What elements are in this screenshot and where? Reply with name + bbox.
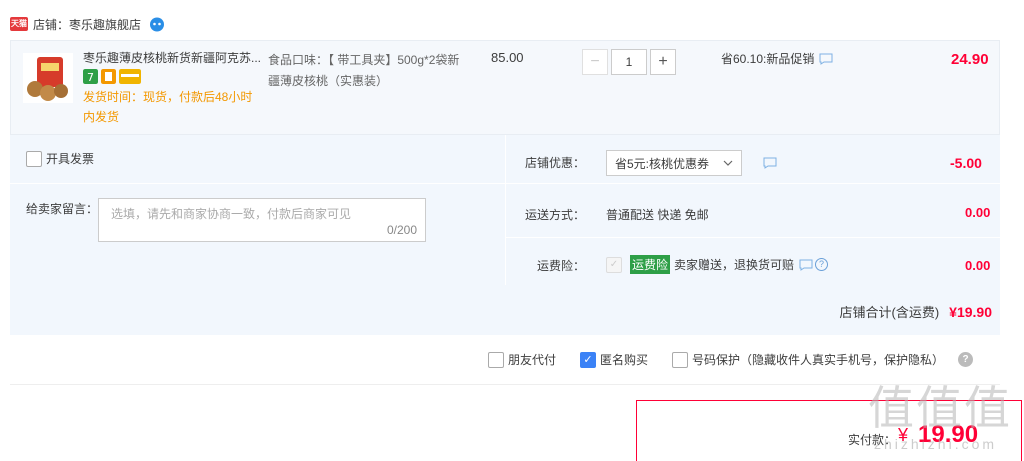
anonymous-checkbox[interactable]: ✓: [580, 351, 597, 368]
svg-text:7: 7: [87, 71, 94, 84]
message-label: 给卖家留言：: [26, 202, 99, 216]
comment-icon[interactable]: [819, 53, 833, 65]
divider: [10, 183, 1000, 184]
tmall-badge: 天猫: [10, 17, 28, 31]
shop-name[interactable]: 店铺：枣乐趣旗舰店: [33, 16, 141, 33]
subtotal-amount: ¥19.90: [949, 304, 992, 320]
insurance-row: ✓ 运费险 卖家赠送，退换货可赔 ?: [606, 255, 829, 274]
product-title[interactable]: 枣乐趣薄皮核桃新货新疆阿克苏...: [83, 50, 268, 66]
shop-subtotal: 店铺合计(含运费) ¥19.90: [840, 302, 993, 321]
service-badges: 7: [83, 69, 141, 84]
shipping-method-value: 普通配送 快递 免邮: [606, 208, 709, 222]
message-char-count: 0/200: [386, 223, 417, 237]
subtotal-label: 店铺合计(含运费): [839, 305, 940, 320]
seven-day-return-icon: 7: [83, 69, 98, 84]
coupon-select[interactable]: 省5元:核桃优惠券: [606, 150, 742, 176]
seller-message-field[interactable]: 选填，请先和商家协商一致，付款后商家可见 0/200: [98, 198, 426, 242]
message-placeholder: 选填，请先和商家协商一致，付款后商家可见: [111, 207, 352, 221]
quantity-stepper: − +: [582, 49, 676, 75]
anonymous-label: 匿名购买: [600, 353, 649, 367]
divider: [506, 237, 1000, 238]
insurance-cost: 0.00: [965, 258, 991, 273]
product-thumbnail[interactable]: [23, 53, 73, 103]
quantity-decrease-button[interactable]: −: [582, 49, 608, 75]
watermark-logo: 值值值: [868, 381, 1012, 435]
question-icon[interactable]: ?: [815, 258, 829, 271]
watermark-site: zhizhizhi.com: [874, 436, 998, 452]
divider: [10, 384, 1000, 385]
insurance-checkbox: ✓: [606, 256, 622, 273]
wangwang-chat-icon[interactable]: [149, 16, 165, 32]
credit-card-icon: [119, 69, 141, 84]
order-options: 朋友代付 ✓ 匿名购买 号码保护（隐藏收件人真实手机号，保护隐私） ?: [488, 351, 974, 368]
shipping-method-label: 运送方式：: [524, 208, 585, 222]
friend-pay-label: 朋友代付: [508, 353, 557, 367]
insurance-tag: 运费险: [630, 255, 671, 274]
shop-header: 天猫 店铺：枣乐趣旗舰店: [10, 14, 165, 34]
number-protect-checkbox[interactable]: [672, 351, 689, 368]
promotion-info: 省60.10:新品促销: [721, 50, 833, 67]
help-icon[interactable]: ?: [958, 352, 974, 367]
coupon-discount: -5.00: [950, 155, 982, 171]
unit-price: 85.00: [491, 50, 524, 65]
invoice-checkbox-row[interactable]: 开具发票: [26, 150, 94, 167]
invoice-label: 开具发票: [46, 152, 95, 166]
coupon-label: 店铺优惠：: [524, 156, 585, 170]
invoice-checkbox[interactable]: [26, 150, 42, 167]
friend-pay-checkbox[interactable]: [488, 351, 504, 368]
chevron-down-icon: [723, 160, 733, 166]
coupon-selected-value: 省5元:核桃优惠券: [615, 156, 710, 171]
guarantee-icon: [101, 69, 116, 84]
comment-icon[interactable]: [799, 259, 813, 271]
product-sku: 食品口味：【 带工具夹】500g*2袋新疆薄皮核桃（实惠装）: [268, 53, 460, 88]
comment-icon[interactable]: [763, 157, 777, 169]
promotion-text: 省60.10:新品促销: [721, 52, 815, 66]
insurance-text: 卖家赠送，退换货可赔: [674, 258, 795, 272]
quantity-increase-button[interactable]: +: [650, 49, 676, 75]
insurance-label: 运费险：: [536, 259, 585, 273]
order-item-row: 枣乐趣薄皮核桃新货新疆阿克苏... 7 发货时间：现货，付款后48小时内发货 食…: [10, 40, 1000, 135]
number-protect-option[interactable]: 号码保护（隐藏收件人真实手机号，保护隐私）: [672, 351, 944, 368]
quantity-input[interactable]: [611, 49, 647, 75]
shipping-time-note: 发货时间：现货，付款后48小时内发货: [83, 90, 253, 124]
anonymous-option[interactable]: ✓ 匿名购买: [580, 351, 648, 368]
number-protect-label: 号码保护（隐藏收件人真实手机号，保护隐私）: [692, 353, 945, 367]
friend-pay-option[interactable]: 朋友代付: [488, 351, 556, 368]
item-total: 24.90: [951, 51, 989, 68]
shipping-cost: 0.00: [965, 205, 991, 220]
